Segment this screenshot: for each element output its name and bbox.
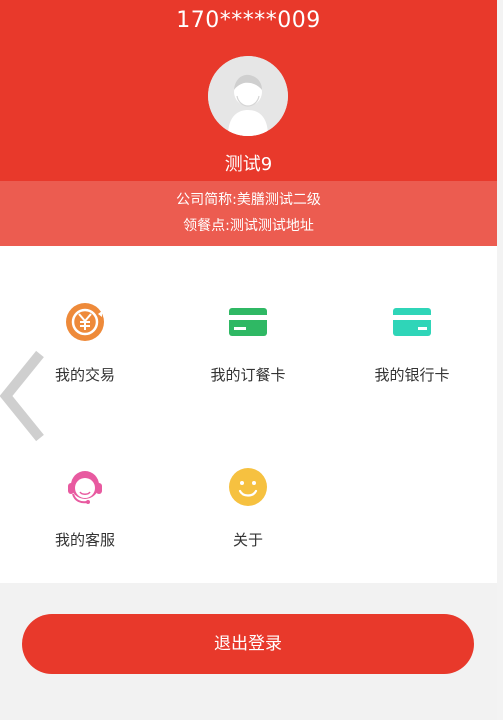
user-name: 测试9 [224, 154, 273, 175]
avatar[interactable] [208, 56, 288, 136]
profile-header: 170*****009 测试9 公司简称:美膳测试二级 领餐点:测试测试地址 [0, 0, 497, 246]
menu-item-bank-card[interactable]: 我的银行卡 [337, 270, 487, 400]
smiley-icon [229, 468, 267, 506]
phone-number: 170*****009 [176, 8, 321, 33]
menu-item-label: 我的客服 [54, 531, 115, 549]
meal-card-icon [229, 308, 267, 336]
footer-area: 退出登录 [0, 583, 497, 720]
menu-item-label: 我的订餐卡 [210, 366, 286, 384]
menu-item-label: 关于 [232, 531, 263, 549]
app-screen: 170*****009 测试9 公司简称:美膳测试二级 领餐点:测试测试地址 我… [0, 0, 497, 720]
bank-card-icon [393, 308, 431, 336]
menu-item-customer-service[interactable]: 我的客服 [10, 435, 160, 565]
chevron-left-icon[interactable] [0, 350, 44, 442]
screen-edge [497, 0, 503, 720]
user-avatar-icon [208, 56, 288, 136]
customer-service-icon [68, 471, 102, 504]
menu-item-meal-card[interactable]: 我的订餐卡 [173, 270, 323, 400]
company-name: 公司简称:美膳测试二级 [176, 192, 321, 208]
company-info-band: 公司简称:美膳测试二级 领餐点:测试测试地址 [0, 181, 497, 246]
menu-grid: 我的交易 我的订餐卡 我的银行卡 我的客服 关于 [0, 260, 497, 580]
logout-button[interactable]: 退出登录 [22, 614, 474, 674]
yuan-coin-icon [66, 303, 104, 341]
menu-item-label: 我的银行卡 [374, 366, 450, 384]
menu-item-about[interactable]: 关于 [173, 435, 323, 565]
pickup-point: 领餐点:测试测试地址 [183, 218, 314, 234]
